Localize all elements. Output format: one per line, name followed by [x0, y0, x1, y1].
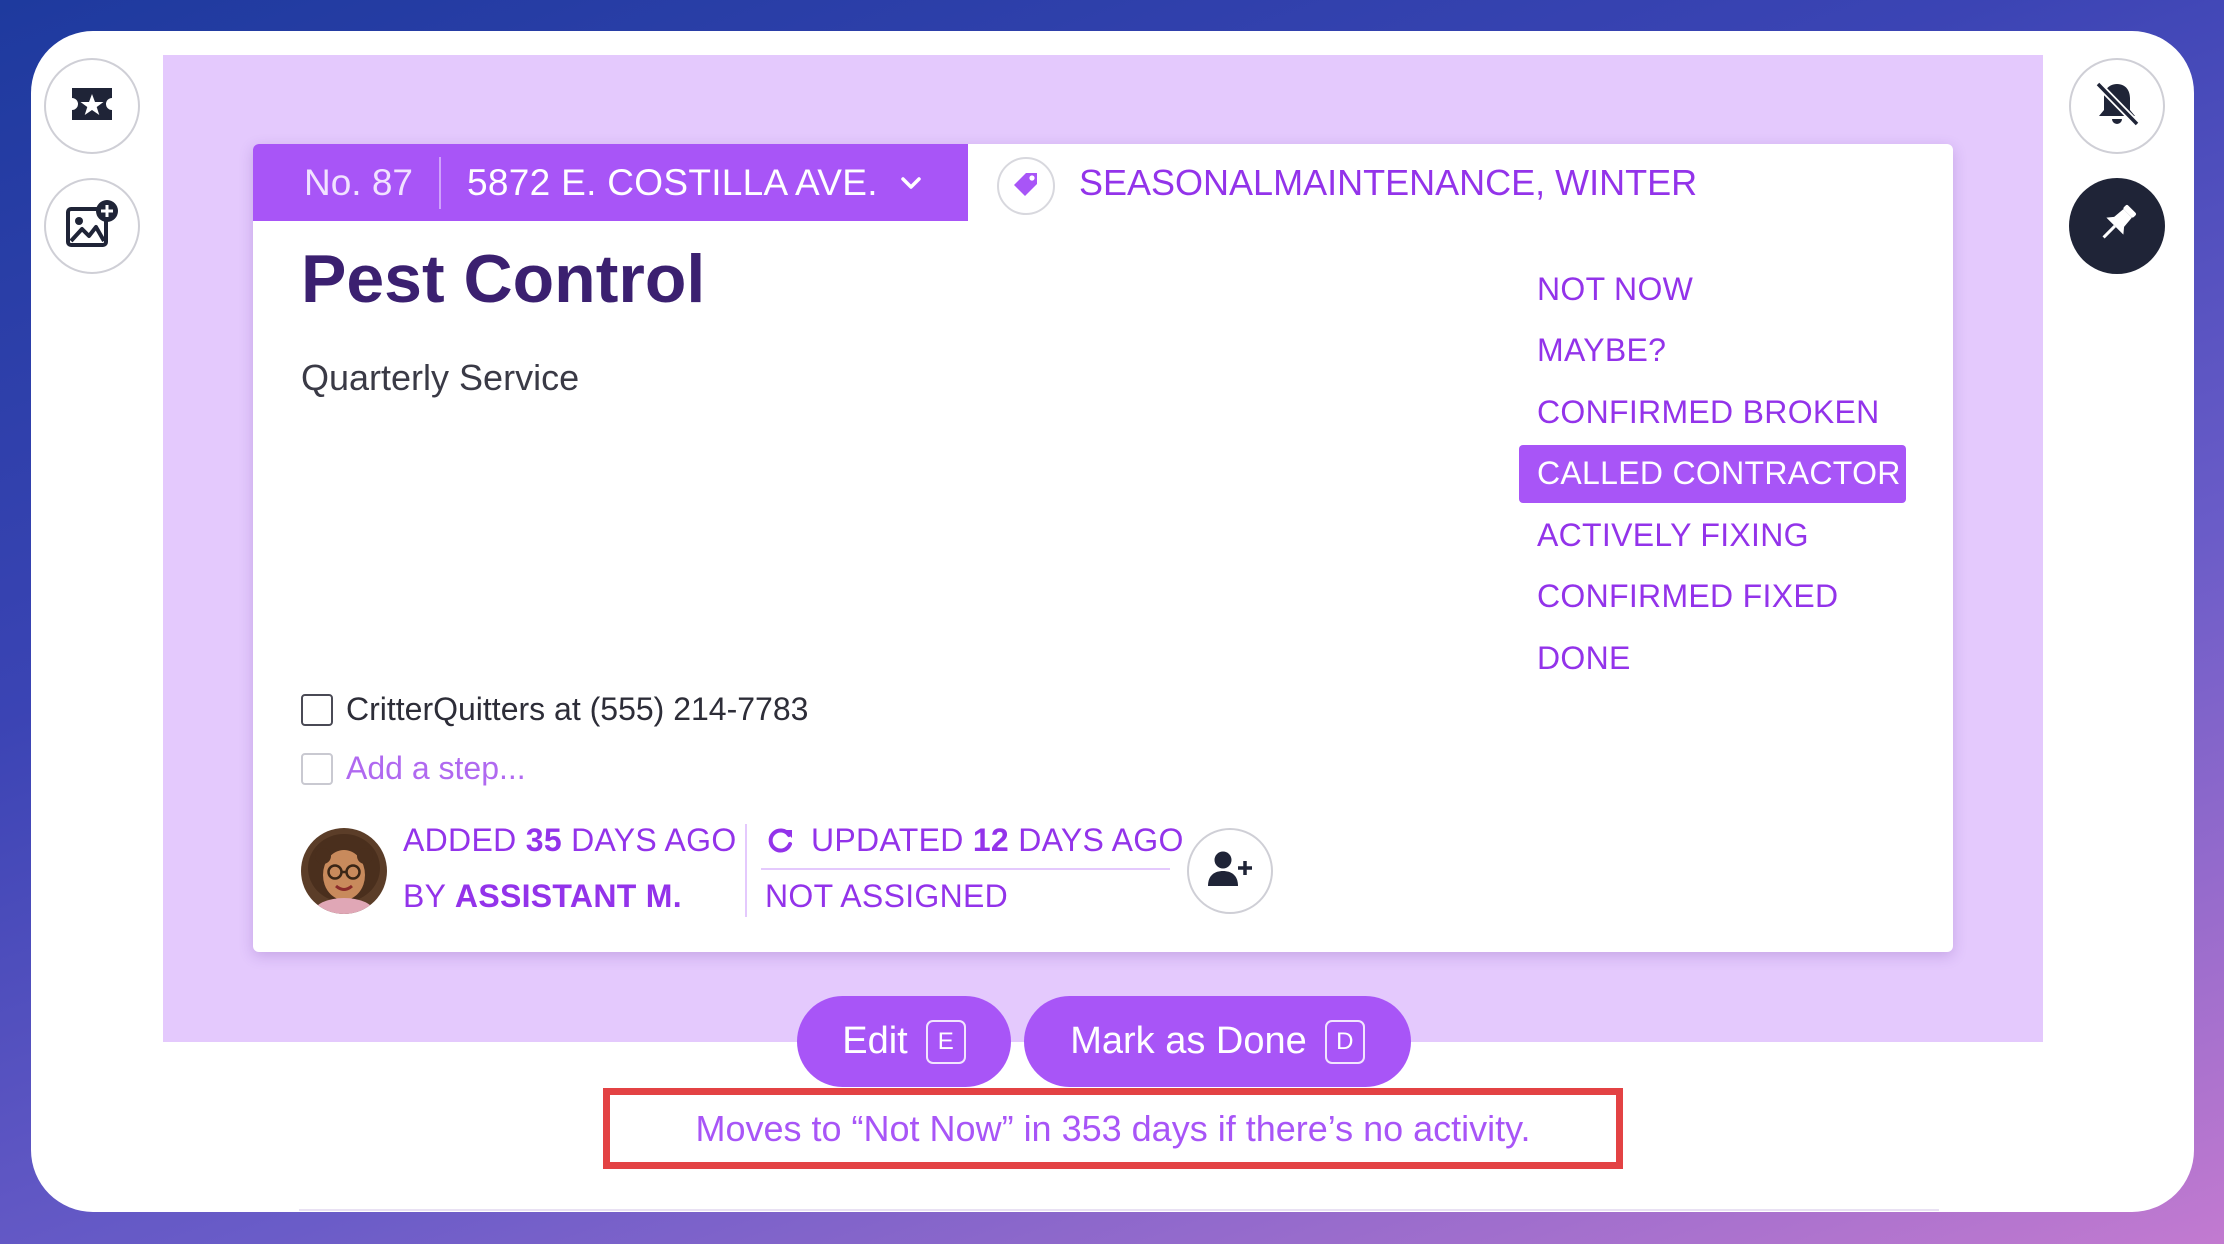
step-checkbox[interactable] — [301, 693, 333, 726]
tags-list[interactable]: SEASONALMAINTENANCE, WINTER — [1079, 158, 1697, 208]
checklist-item: CritterQuitters at (555) 214-7783 — [301, 691, 808, 728]
auto-move-notice-text: Moves to “Not Now” in 353 days if there’… — [695, 1107, 1531, 1149]
status-actively-fixing[interactable]: ACTIVELY FIXING — [1519, 506, 1919, 564]
added-by: BY ASSISTANT M. — [403, 878, 682, 915]
add-image-icon — [65, 199, 119, 254]
status-called-contractor[interactable]: CALLED CONTRACTOR — [1519, 444, 1906, 503]
by-prefix: BY — [403, 878, 455, 914]
tag-icon — [1011, 169, 1041, 204]
done-shortcut-key: D — [1324, 1019, 1365, 1064]
add-image-button[interactable] — [44, 178, 140, 274]
added-prefix: ADDED — [403, 822, 526, 858]
status-done[interactable]: DONE — [1519, 629, 1919, 687]
refresh-icon — [765, 825, 795, 860]
add-step-checkbox — [301, 752, 333, 785]
edit-shortcut-key: E — [925, 1019, 966, 1064]
add-step-row[interactable]: Add a step... — [301, 750, 526, 787]
meta-divider — [745, 824, 747, 917]
status-confirmed-fixed[interactable]: CONFIRMED FIXED — [1519, 568, 1919, 626]
updated-days: 12 — [972, 822, 1010, 858]
task-subtitle: Quarterly Service — [301, 357, 580, 398]
avatar — [301, 828, 387, 914]
mark-done-button-label: Mark as Done — [1070, 1020, 1307, 1062]
added-suffix: DAYS AGO — [561, 822, 737, 858]
task-card: No. 87 5872 E. COSTILLA AVE. SEASONALMAI… — [253, 144, 1953, 952]
address-label: 5872 E. COSTILLA AVE. — [467, 161, 878, 203]
task-number: No. 87 — [304, 161, 414, 203]
step-label: CritterQuitters at (555) 214-7783 — [346, 691, 809, 727]
task-title: Pest Control — [301, 241, 706, 317]
status-list: NOT NOW MAYBE? CONFIRMED BROKEN CALLED C… — [1519, 260, 1919, 691]
pin-icon — [2091, 198, 2143, 255]
status-maybe[interactable]: MAYBE? — [1519, 322, 1919, 380]
updated-suffix: DAYS AGO — [1009, 822, 1184, 858]
edit-button-label: Edit — [842, 1020, 908, 1062]
app-window: No. 87 5872 E. COSTILLA AVE. SEASONALMAI… — [31, 31, 2194, 1212]
assign-user-button[interactable] — [1187, 828, 1273, 914]
added-info: ADDED 35 DAYS AGO — [403, 822, 737, 859]
tag-button[interactable] — [997, 157, 1055, 215]
address-selector[interactable]: No. 87 5872 E. COSTILLA AVE. — [253, 144, 968, 221]
chevron-down-icon — [900, 176, 922, 190]
status-confirmed-broken[interactable]: CONFIRMED BROKEN — [1519, 383, 1919, 441]
mute-notifications-button[interactable] — [2069, 58, 2165, 154]
bottom-divider — [299, 1209, 1939, 1211]
added-days: 35 — [525, 822, 562, 858]
mark-done-button[interactable]: Mark as Done D — [1024, 996, 1411, 1087]
meta-divider-horizontal — [761, 868, 1170, 870]
added-by-name: ASSISTANT M. — [454, 878, 682, 914]
add-step-input[interactable]: Add a step... — [346, 750, 526, 787]
updated-prefix: UPDATED — [811, 822, 973, 858]
assignee-status[interactable]: NOT ASSIGNED — [765, 878, 1008, 915]
add-user-icon — [1206, 849, 1254, 894]
updated-info: UPDATED 12 DAYS AGO — [811, 822, 1184, 859]
pin-button[interactable] — [2069, 178, 2165, 274]
ticket-star-icon — [69, 85, 115, 128]
ticket-star-button[interactable] — [44, 58, 140, 154]
status-not-now[interactable]: NOT NOW — [1519, 260, 1919, 318]
edit-button[interactable]: Edit E — [797, 996, 1011, 1087]
bell-off-icon — [2091, 78, 2143, 135]
auto-move-notice: Moves to “Not Now” in 353 days if there’… — [603, 1088, 1623, 1169]
